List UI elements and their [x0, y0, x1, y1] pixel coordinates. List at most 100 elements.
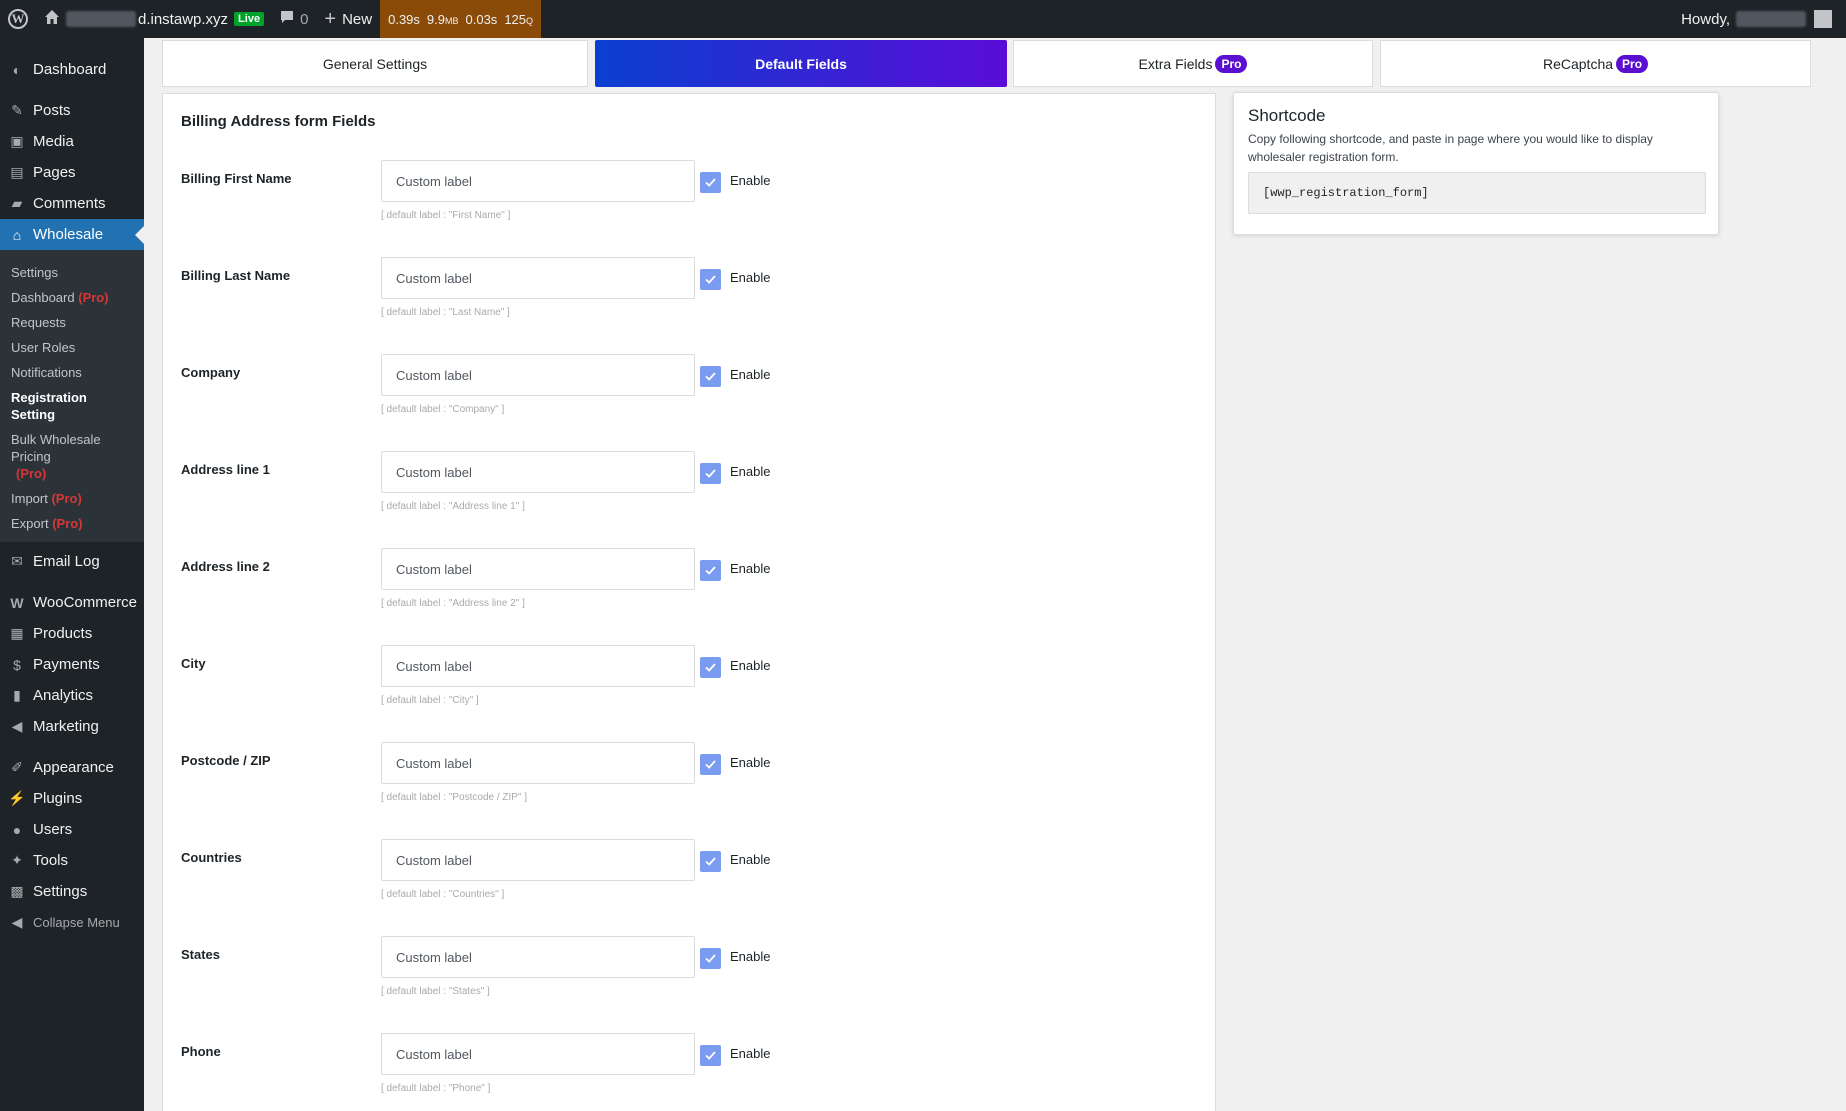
collapse-icon: ◀ [11, 914, 23, 930]
field-label: Address line 2 [181, 559, 270, 574]
site-name-link[interactable]: d.instawp.xyz Live [36, 0, 272, 38]
panel-title: Billing Address form Fields [181, 113, 376, 130]
enable-checkbox[interactable] [700, 948, 721, 969]
shortcode-card: Shortcode Copy following shortcode, and … [1233, 92, 1719, 235]
enable-checkbox[interactable] [700, 657, 721, 678]
check-icon [705, 178, 716, 187]
submenu-import[interactable]: Import (Pro) [0, 486, 144, 511]
comments-link[interactable]: 0 [272, 0, 316, 38]
sidebar-label: Users [33, 821, 73, 838]
enable-label: Enable [730, 1046, 771, 1061]
check-icon [705, 857, 716, 866]
field-row: Address line 2 Enable [ default label : … [163, 548, 1215, 645]
default-label-hint: [ default label : "Phone" ] [381, 1083, 491, 1094]
qm-memory-unit: MB [445, 15, 459, 26]
comment-icon: ▰ [11, 195, 23, 211]
sidebar-item-users[interactable]: ● Users [0, 814, 144, 845]
submenu-user-roles[interactable]: User Roles [0, 335, 144, 360]
tab-extra-fields[interactable]: Extra Fields Pro [1013, 40, 1373, 87]
field-label: States [181, 947, 221, 962]
qm-time: 0.39s [388, 11, 420, 27]
check-icon [705, 760, 716, 769]
brush-icon: ✐ [11, 759, 23, 775]
qm-queries-value: 125 [504, 11, 527, 27]
tab-general-settings[interactable]: General Settings [162, 40, 588, 87]
sidebar-item-media[interactable]: ▣ Media [0, 126, 144, 157]
field-row: Countries Enable [ default label : "Coun… [163, 839, 1215, 936]
submenu-requests[interactable]: Requests [0, 310, 144, 335]
enable-checkbox[interactable] [700, 1045, 721, 1066]
custom-label-input[interactable] [381, 1033, 695, 1075]
custom-label-input[interactable] [381, 354, 695, 396]
default-label-hint: [ default label : "States" ] [381, 986, 490, 997]
wp-logo-button[interactable]: W [0, 0, 36, 38]
sidebar-item-products[interactable]: ▦ Products [0, 618, 144, 649]
sidebar-item-plugins[interactable]: ⚡ Plugins [0, 783, 144, 814]
enable-checkbox[interactable] [700, 269, 721, 290]
enable-checkbox[interactable] [700, 851, 721, 872]
submenu-export[interactable]: Export (Pro) [0, 511, 144, 536]
sidebar-item-payments[interactable]: $ Payments [0, 649, 144, 680]
custom-label-input[interactable] [381, 742, 695, 784]
sidebar-item-settings[interactable]: ▩ Settings [0, 876, 144, 907]
sidebar-item-analytics[interactable]: ▮ Analytics [0, 680, 144, 711]
sidebar-item-tools[interactable]: ✦ Tools [0, 845, 144, 876]
shortcode-code[interactable]: [wwp_registration_form] [1248, 172, 1706, 214]
sidebar-label: Media [33, 133, 74, 150]
howdy-text: Howdy, [1681, 10, 1730, 28]
submenu-registration-setting[interactable]: Registration Setting [0, 385, 144, 427]
new-content-button[interactable]: + New [316, 0, 380, 38]
custom-label-input[interactable] [381, 257, 695, 299]
tab-default-fields[interactable]: Default Fields [595, 40, 1007, 87]
avatar [1814, 10, 1832, 28]
enable-checkbox[interactable] [700, 366, 721, 387]
custom-label-input[interactable] [381, 936, 695, 978]
sidebar-item-appearance[interactable]: ✐ Appearance [0, 752, 144, 783]
pro-tag: (Pro) [78, 290, 109, 305]
submenu-settings[interactable]: Settings [0, 260, 144, 285]
enable-label: Enable [730, 755, 771, 770]
check-icon [705, 663, 716, 672]
pro-tag: (Pro) [51, 491, 82, 506]
sidebar-item-posts[interactable]: ✎ Posts [0, 95, 144, 126]
sidebar-label: Wholesale [33, 226, 104, 243]
woocommerce-icon: W [10, 594, 24, 611]
collapse-menu-button[interactable]: ◀ Collapse Menu [0, 907, 144, 938]
default-label-hint: [ default label : "Company" ] [381, 404, 505, 415]
my-account-menu[interactable]: Howdy, [1673, 0, 1846, 38]
sidebar-item-woocommerce[interactable]: W WooCommerce [0, 587, 144, 618]
submenu-label: Bulk Wholesale Pricing [11, 432, 101, 464]
enable-label: Enable [730, 658, 771, 673]
submenu-label: Import [11, 491, 48, 506]
pin-icon: ✎ [11, 102, 23, 118]
sidebar-item-email-log[interactable]: ✉ Email Log [0, 546, 144, 577]
field-row: Company Enable [ default label : "Compan… [163, 354, 1215, 451]
qm-memory-value: 9.9 [426, 11, 445, 27]
custom-label-input[interactable] [381, 451, 695, 493]
custom-label-input[interactable] [381, 548, 695, 590]
custom-label-input[interactable] [381, 160, 695, 202]
enable-checkbox[interactable] [700, 172, 721, 193]
enable-checkbox[interactable] [700, 560, 721, 581]
sidebar-item-marketing[interactable]: ◀ Marketing [0, 711, 144, 742]
qm-db-time: 0.03s [465, 11, 498, 27]
enable-checkbox[interactable] [700, 463, 721, 484]
sidebar-item-comments[interactable]: ▰ Comments [0, 188, 144, 219]
sidebar-item-wholesale[interactable]: ⌂ Wholesale [0, 219, 144, 250]
sidebar-item-pages[interactable]: ▤ Pages [0, 157, 144, 188]
field-row: City Enable [ default label : "City" ] [163, 645, 1215, 742]
enable-checkbox[interactable] [700, 754, 721, 775]
qm-queries: 125Q [504, 12, 533, 27]
pages-icon: ▤ [10, 164, 24, 180]
default-label-hint: [ default label : "Postcode / ZIP" ] [381, 792, 528, 803]
query-monitor-button[interactable]: 0.39s 9.9MB 0.03s 125Q [380, 0, 542, 38]
custom-label-input[interactable] [381, 839, 695, 881]
submenu-bulk-pricing[interactable]: Bulk Wholesale Pricing (Pro) [0, 427, 144, 486]
tab-recaptcha[interactable]: ReCaptcha Pro [1380, 40, 1811, 87]
enable-label: Enable [730, 173, 771, 188]
submenu-notifications[interactable]: Notifications [0, 360, 144, 385]
sidebar-label: Comments [33, 195, 106, 212]
custom-label-input[interactable] [381, 645, 695, 687]
submenu-dashboard[interactable]: Dashboard (Pro) [0, 285, 144, 310]
sidebar-item-dashboard[interactable]: ◐ Dashboard [0, 54, 144, 85]
